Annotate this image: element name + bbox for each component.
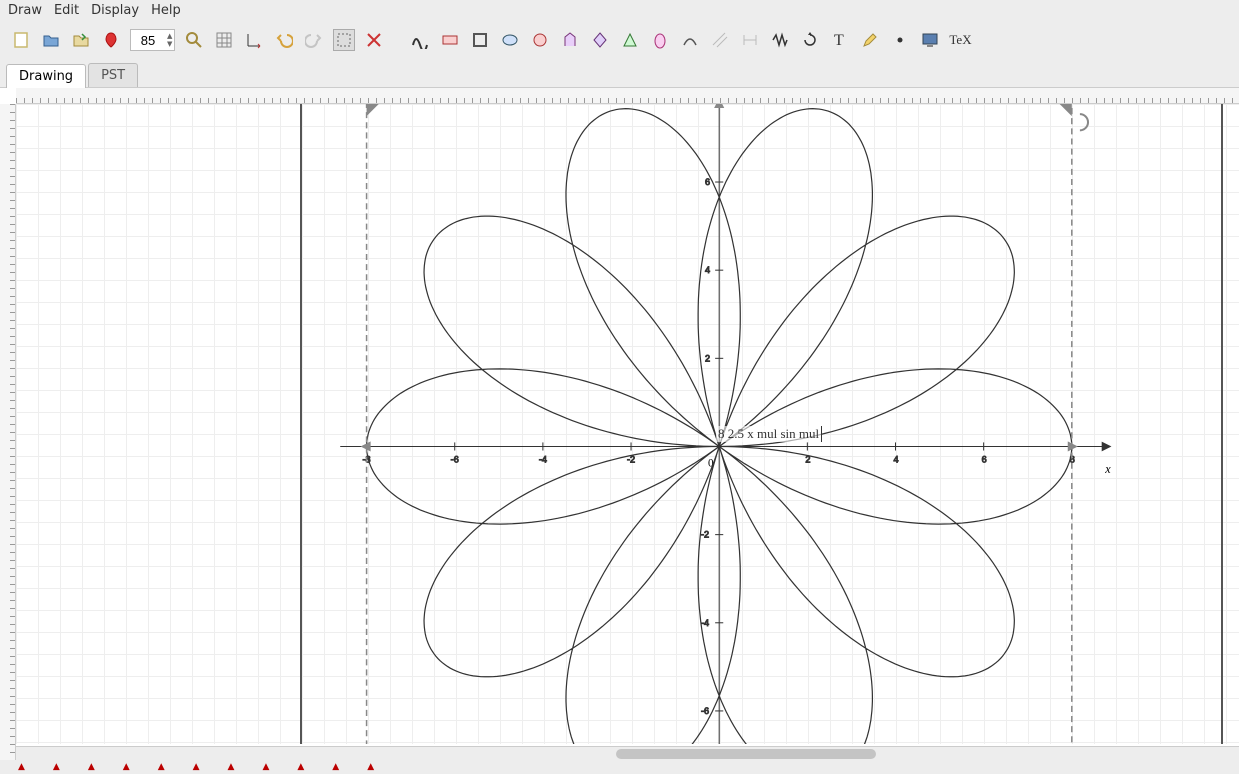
wave-icon[interactable]	[769, 29, 791, 51]
marker-icon[interactable]: ▲	[228, 762, 235, 772]
marker-icon[interactable]: ▲	[53, 762, 60, 772]
plot-svg: -8 -6 -4 -2 2 4 6 8 -6 -4 -2 2 4 6 8	[16, 104, 1239, 744]
marker-icon[interactable]: ▲	[193, 762, 200, 772]
bottom-markers: ▲ ▲ ▲ ▲ ▲ ▲ ▲ ▲ ▲ ▲ ▲	[0, 760, 1239, 774]
rectangle-icon[interactable]	[439, 29, 461, 51]
open-file-icon[interactable]	[40, 29, 62, 51]
undo-icon[interactable]	[273, 29, 295, 51]
rotate-icon[interactable]	[799, 29, 821, 51]
new-file-icon[interactable]	[10, 29, 32, 51]
marker-icon[interactable]: ▲	[123, 762, 130, 772]
export-pdf-icon[interactable]	[100, 29, 122, 51]
marker-icon[interactable]: ▲	[158, 762, 165, 772]
marker-icon[interactable]: ▲	[18, 762, 25, 772]
dimension-icon[interactable]	[739, 29, 761, 51]
circle-icon[interactable]	[529, 29, 551, 51]
point-icon[interactable]	[889, 29, 911, 51]
marker-icon[interactable]: ▲	[262, 762, 269, 772]
scrollbar-horizontal[interactable]	[16, 746, 1239, 760]
redo-icon[interactable]	[303, 29, 325, 51]
svg-text:-4: -4	[701, 618, 709, 628]
menu-draw[interactable]: Draw	[4, 2, 46, 19]
egg-icon[interactable]	[649, 29, 671, 51]
tex-button[interactable]: TeX	[949, 29, 971, 51]
marker-icon[interactable]: ▲	[297, 762, 304, 772]
zoom-up-icon[interactable]: ▲	[167, 32, 172, 40]
marker-icon[interactable]: ▲	[332, 762, 339, 772]
svg-text:6: 6	[705, 177, 710, 187]
hatch-icon[interactable]	[709, 29, 731, 51]
menu-help[interactable]: Help	[147, 2, 185, 19]
x-axis-label: x	[1104, 462, 1111, 476]
tab-bar: Drawing PST	[0, 60, 1239, 88]
svg-text:4: 4	[893, 455, 898, 465]
menu-edit[interactable]: Edit	[50, 2, 83, 19]
svg-text:2: 2	[705, 353, 710, 363]
axes-icon[interactable]	[243, 29, 265, 51]
selection-handles[interactable]	[361, 104, 1089, 452]
triangle-icon[interactable]	[619, 29, 641, 51]
svg-text:T: T	[834, 32, 844, 49]
marker-icon[interactable]: ▲	[88, 762, 95, 772]
svg-text:-2: -2	[701, 530, 709, 540]
toolbar: ▲▼	[0, 20, 1239, 60]
zoom-spinbox[interactable]: ▲▼	[130, 29, 175, 51]
ruler-vertical	[0, 104, 16, 760]
text-icon[interactable]: T	[829, 29, 851, 51]
tab-drawing[interactable]: Drawing	[6, 64, 86, 88]
zoom-down-icon[interactable]: ▼	[167, 40, 172, 48]
menu-bar: Draw Edit Display Help	[0, 0, 1239, 20]
diamond-icon[interactable]	[589, 29, 611, 51]
svg-text:6: 6	[982, 455, 987, 465]
polygon-icon[interactable]	[559, 29, 581, 51]
menu-display[interactable]: Display	[87, 2, 143, 19]
grid-icon[interactable]	[213, 29, 235, 51]
svg-text:-4: -4	[539, 455, 547, 465]
svg-text:4: 4	[705, 265, 710, 275]
zoom-input[interactable]	[131, 33, 165, 48]
arc-icon[interactable]	[679, 29, 701, 51]
magnifier-icon[interactable]	[183, 29, 205, 51]
svg-text:-6: -6	[451, 455, 459, 465]
ellipse-icon[interactable]	[499, 29, 521, 51]
canvas-area: -8 -6 -4 -2 2 4 6 8 -6 -4 -2 2 4 6 8	[0, 88, 1239, 760]
ruler-horizontal	[16, 88, 1239, 104]
scrollbar-thumb[interactable]	[616, 749, 876, 759]
save-file-icon[interactable]	[70, 29, 92, 51]
function-icon[interactable]	[409, 29, 431, 51]
marker-icon[interactable]: ▲	[367, 762, 374, 772]
screen-icon[interactable]	[919, 29, 941, 51]
svg-text:-6: -6	[701, 706, 709, 716]
formula-input[interactable]: 8 2.5 x mul sin mul	[716, 426, 822, 442]
tab-pst[interactable]: PST	[88, 63, 138, 87]
delete-icon[interactable]	[363, 29, 385, 51]
select-icon[interactable]	[333, 29, 355, 51]
drawing-canvas[interactable]: -8 -6 -4 -2 2 4 6 8 -6 -4 -2 2 4 6 8	[16, 104, 1239, 744]
pencil-icon[interactable]	[859, 29, 881, 51]
square-icon[interactable]	[469, 29, 491, 51]
